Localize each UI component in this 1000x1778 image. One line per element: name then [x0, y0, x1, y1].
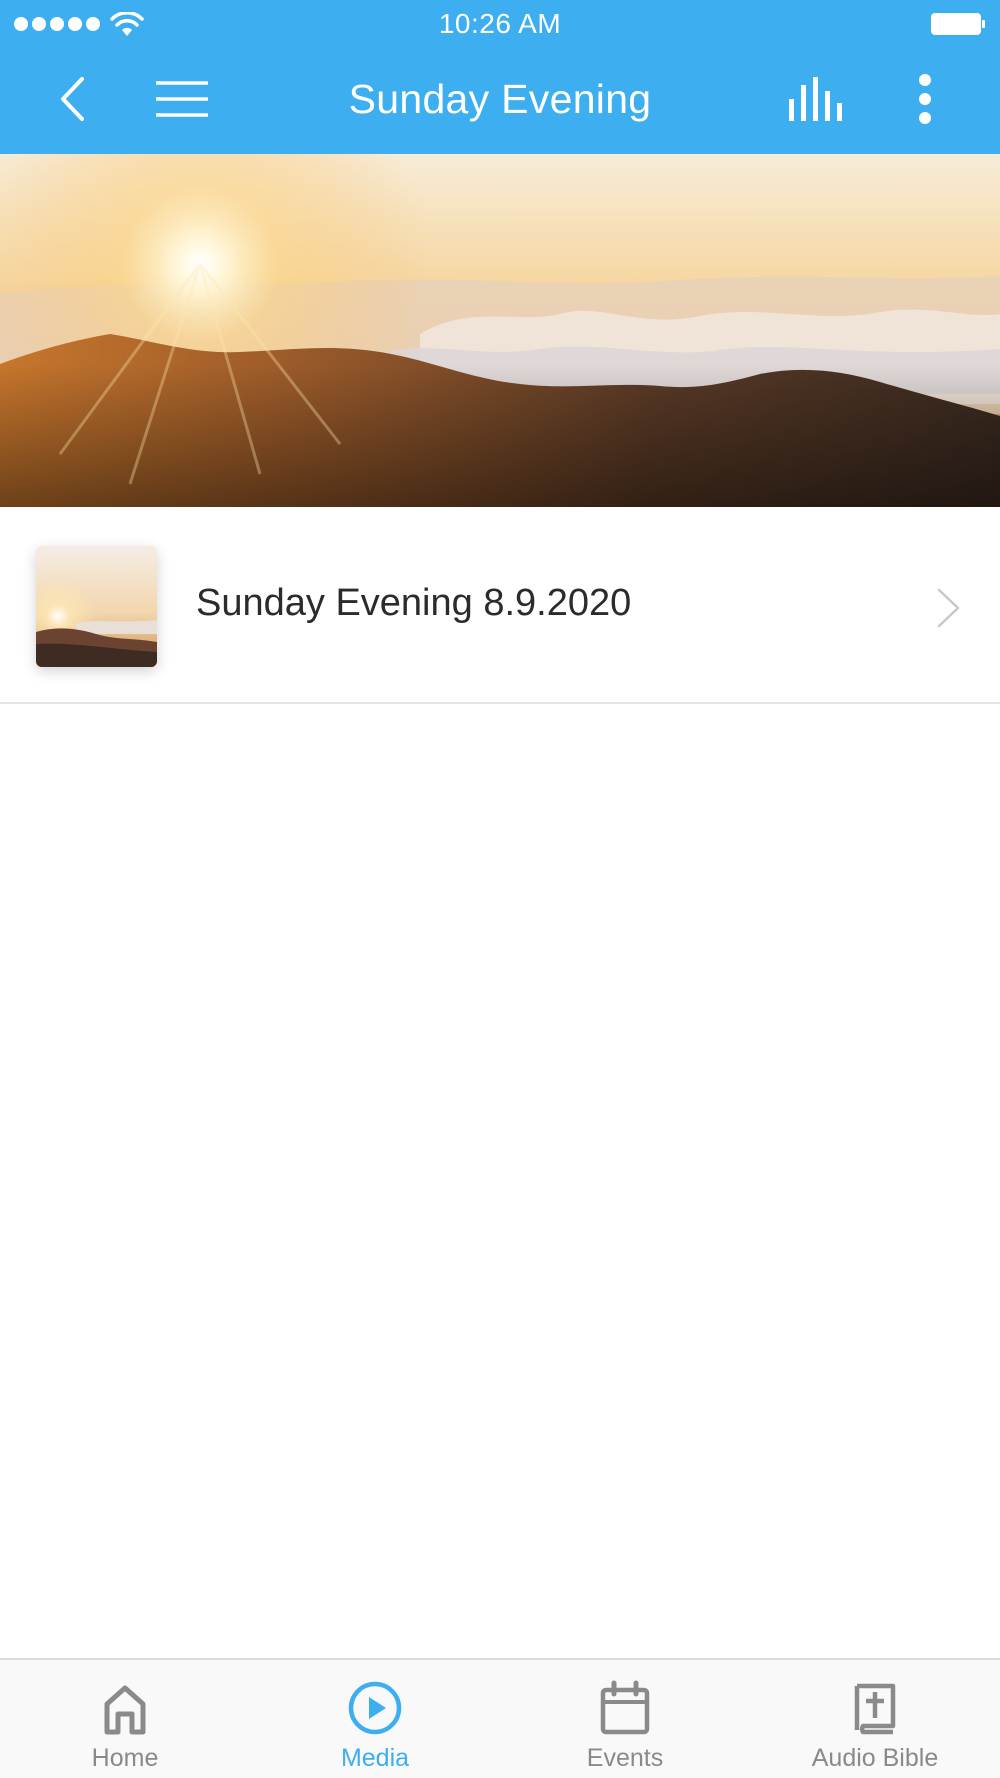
item-thumbnail: [36, 546, 157, 667]
more-options-button[interactable]: [900, 68, 950, 130]
chevron-right-icon: [937, 588, 960, 628]
status-bar: 10:26 AM: [0, 0, 1000, 48]
back-icon: [61, 77, 84, 121]
item-title: Sunday Evening 8.9.2020: [196, 582, 632, 624]
battery-icon: [931, 13, 985, 35]
calendar-icon: [600, 1680, 650, 1735]
tab-media[interactable]: Media: [250, 1660, 500, 1778]
tab-label: Events: [586, 1744, 664, 1772]
tab-label: Media: [340, 1744, 410, 1772]
audio-player-button[interactable]: [780, 68, 854, 130]
list-item[interactable]: Sunday Evening 8.9.2020: [0, 507, 1000, 704]
hero-banner-image: [0, 154, 1000, 507]
navigation-bar: Sunday Evening: [0, 48, 1000, 154]
more-vertical-icon: [919, 74, 931, 124]
bible-icon: [854, 1683, 896, 1735]
status-time: 10:26 AM: [438, 8, 562, 39]
play-circle-icon: [348, 1681, 402, 1735]
tab-bar: Home Media Events Audio Bible: [0, 1658, 1000, 1778]
tab-label: Audio Bible: [811, 1744, 939, 1772]
tab-audio-bible[interactable]: Audio Bible: [750, 1660, 1000, 1778]
tab-events[interactable]: Events: [500, 1660, 750, 1778]
tab-home[interactable]: Home: [0, 1660, 250, 1778]
menu-icon: [156, 81, 208, 117]
tab-label: Home: [91, 1744, 159, 1772]
audio-bars-icon: [789, 77, 842, 121]
page-title: Sunday Evening: [348, 76, 652, 122]
back-button[interactable]: [48, 68, 98, 130]
home-icon: [104, 1685, 146, 1735]
app-header: 10:26 AM Sunday Evening: [0, 0, 1000, 154]
menu-button[interactable]: [150, 68, 214, 130]
